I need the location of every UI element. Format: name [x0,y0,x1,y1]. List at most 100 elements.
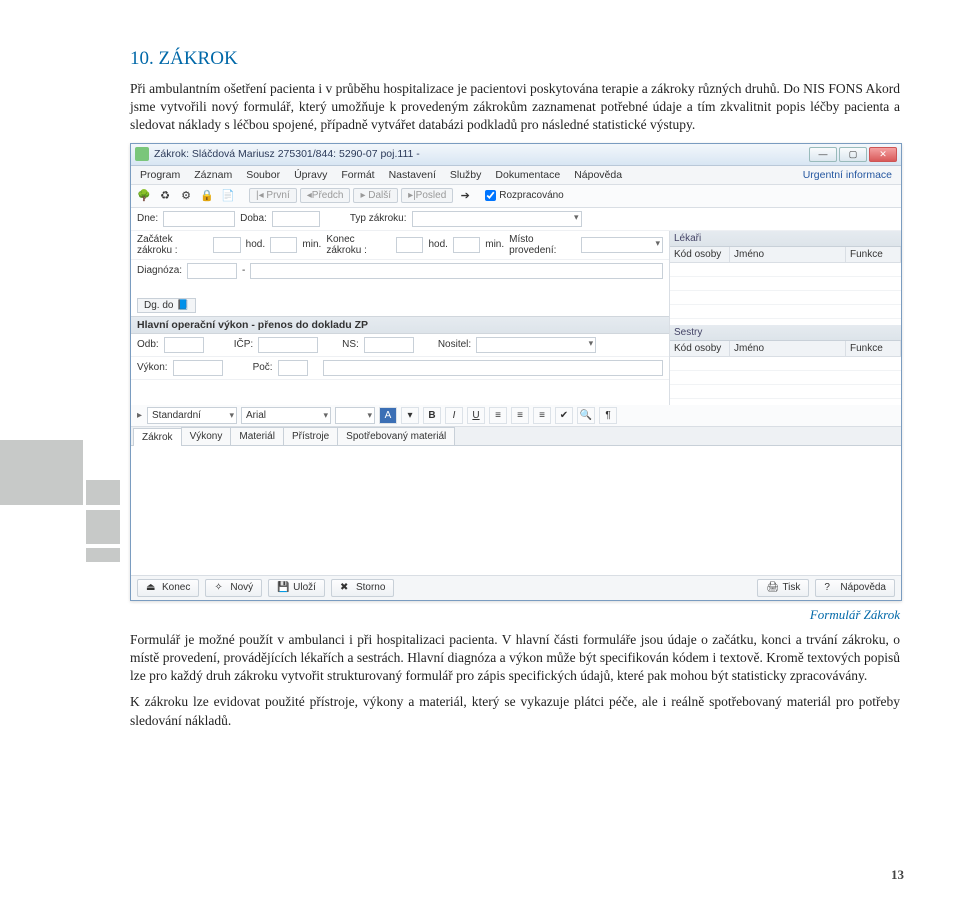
diag-text-field[interactable] [250,263,663,279]
color-icon[interactable]: A [379,407,397,424]
col-kod: Kód osoby [670,247,730,262]
tisk-button[interactable]: 🖨Tisk [757,579,809,597]
menu-program[interactable]: Program [137,168,183,182]
bold-icon[interactable]: B [423,407,441,424]
doba-field[interactable] [272,211,320,227]
poc-label: Poč: [253,362,273,373]
align-left-icon[interactable]: ≡ [489,407,507,424]
col-funkce: Funkce [846,341,901,356]
misto-dropdown[interactable] [581,237,663,253]
tabbar: Zákrok Výkony Materiál Přístroje Spotřeb… [131,427,901,446]
tab-vykony[interactable]: Výkony [181,427,232,445]
menu-zaznam[interactable]: Záznam [191,168,235,182]
nav-next-button[interactable]: ▸ Další [353,188,398,203]
tab-spotrebovany[interactable]: Spotřebovaný materiál [337,427,455,445]
italic-icon[interactable]: I [445,407,463,424]
kon-min-field[interactable] [453,237,480,253]
zac-min-field[interactable] [270,237,297,253]
dropdown-icon[interactable]: ▾ [401,407,419,424]
nositel-dropdown[interactable] [476,337,596,353]
menu-napoveda[interactable]: Nápověda [571,168,625,182]
napoveda-button[interactable]: ?Nápověda [815,579,895,597]
font-dropdown[interactable]: Arial [241,407,331,424]
odb-label: Odb: [137,339,159,350]
figure-caption: Formulář Zákrok [130,607,900,623]
style-dropdown[interactable]: Standardní [147,407,237,424]
icp-field[interactable] [258,337,318,353]
nav-first-button[interactable]: |◂ První [249,188,297,203]
tab-zakrok[interactable]: Zákrok [133,428,182,446]
print-icon: 🖨 [766,582,778,594]
odb-field[interactable] [164,337,204,353]
menu-urgent-info[interactable]: Urgentní informace [800,168,895,182]
menu-nastaveni[interactable]: Nastavení [386,168,439,182]
dne-field[interactable] [163,211,235,227]
nav-prev-button[interactable]: ◂Předch [300,188,351,203]
rtf-toolbar: ▸ Standardní Arial A ▾ B I U ≡ ≡ ≡ ✔ 🔍 ¶ [131,405,901,427]
col-jmeno: Jméno [730,341,846,356]
nav-last-button[interactable]: ▸|Posled [401,188,453,203]
menu-dokumentace[interactable]: Dokumentace [492,168,563,182]
typ-dropdown[interactable] [412,211,582,227]
novy-button[interactable]: ✧Nový [205,579,262,597]
grid-lekari-columns: Kód osoby Jméno Funkce [670,247,901,263]
menubar: Program Záznam Soubor Úpravy Formát Nast… [131,166,901,185]
menu-format[interactable]: Formát [338,168,377,182]
tab-content[interactable] [131,446,901,576]
size-dropdown[interactable] [335,407,375,424]
col-funkce: Funkce [846,247,901,262]
poc-field[interactable] [278,360,308,376]
vykon-field[interactable] [173,360,223,376]
dg-do-button[interactable]: Dg. do 📘 [137,298,196,313]
menu-sluzby[interactable]: Služby [447,168,485,182]
tab-pristroje[interactable]: Přístroje [283,427,338,445]
section-title: 10. ZÁKROK [130,48,900,70]
align-center-icon[interactable]: ≡ [511,407,529,424]
konec-button[interactable]: ⏏Konec [137,579,199,597]
align-right-icon[interactable]: ≡ [533,407,551,424]
vykon-section-header: Hlavní operační výkon - přenos do doklad… [131,316,669,334]
pilcrow-icon[interactable]: ¶ [599,407,617,424]
menu-upravy[interactable]: Úpravy [291,168,330,182]
underline-icon[interactable]: U [467,407,485,424]
storno-button[interactable]: ✖Storno [331,579,394,597]
maximize-button[interactable]: ▢ [839,147,867,162]
konec-label: Konec zákroku : [326,234,391,256]
titlebar: Zákrok: Sláčdová Mariusz 275301/844: 529… [131,144,901,166]
minimize-button[interactable]: — [809,147,837,162]
grid-lekari-body[interactable] [670,263,901,325]
zac-hod-field[interactable] [213,237,240,253]
lock-icon[interactable]: 🔒 [198,187,216,205]
exit-icon: ⏏ [146,582,158,594]
arrow-icon[interactable]: ➔ [456,187,474,205]
vykon-text-field[interactable] [323,360,663,376]
kon-hod-field[interactable] [396,237,423,253]
hod-label: hod. [246,239,265,250]
ulozi-button[interactable]: 💾Uloží [268,579,325,597]
find-icon[interactable]: 🔍 [577,407,595,424]
min-label: min. [302,239,321,250]
grid-sestry-body[interactable] [670,357,901,405]
ns-field[interactable] [364,337,414,353]
rozpracovano-checkbox[interactable] [485,190,496,201]
config-icon[interactable]: ⚙ [177,187,195,205]
hod2-label: hod. [428,239,447,250]
close-button[interactable]: ✕ [869,147,897,162]
doc-icon[interactable]: 📄 [219,187,237,205]
doba-label: Doba: [240,213,267,224]
menu-soubor[interactable]: Soubor [243,168,283,182]
misto-label: Místo provedení: [509,234,576,256]
grid-lekari-header: Lékaři [670,231,901,247]
refresh-icon[interactable]: ♻ [156,187,174,205]
row-date: Dne: Doba: Typ zákroku: [131,208,901,231]
square [0,440,83,505]
diag-code-field[interactable] [187,263,237,279]
grid-sestry-header: Sestry [670,325,901,341]
window-title: Zákrok: Sláčdová Mariusz 275301/844: 529… [154,148,809,160]
tree-icon[interactable]: 🌳 [135,187,153,205]
row-time: Začátek zákroku : hod. min. Konec zákrok… [131,231,669,260]
rozpracovano-label: Rozpracováno [499,190,563,201]
tab-material[interactable]: Materiál [230,427,284,445]
col-kod: Kód osoby [670,341,730,356]
spellcheck-icon[interactable]: ✔ [555,407,573,424]
